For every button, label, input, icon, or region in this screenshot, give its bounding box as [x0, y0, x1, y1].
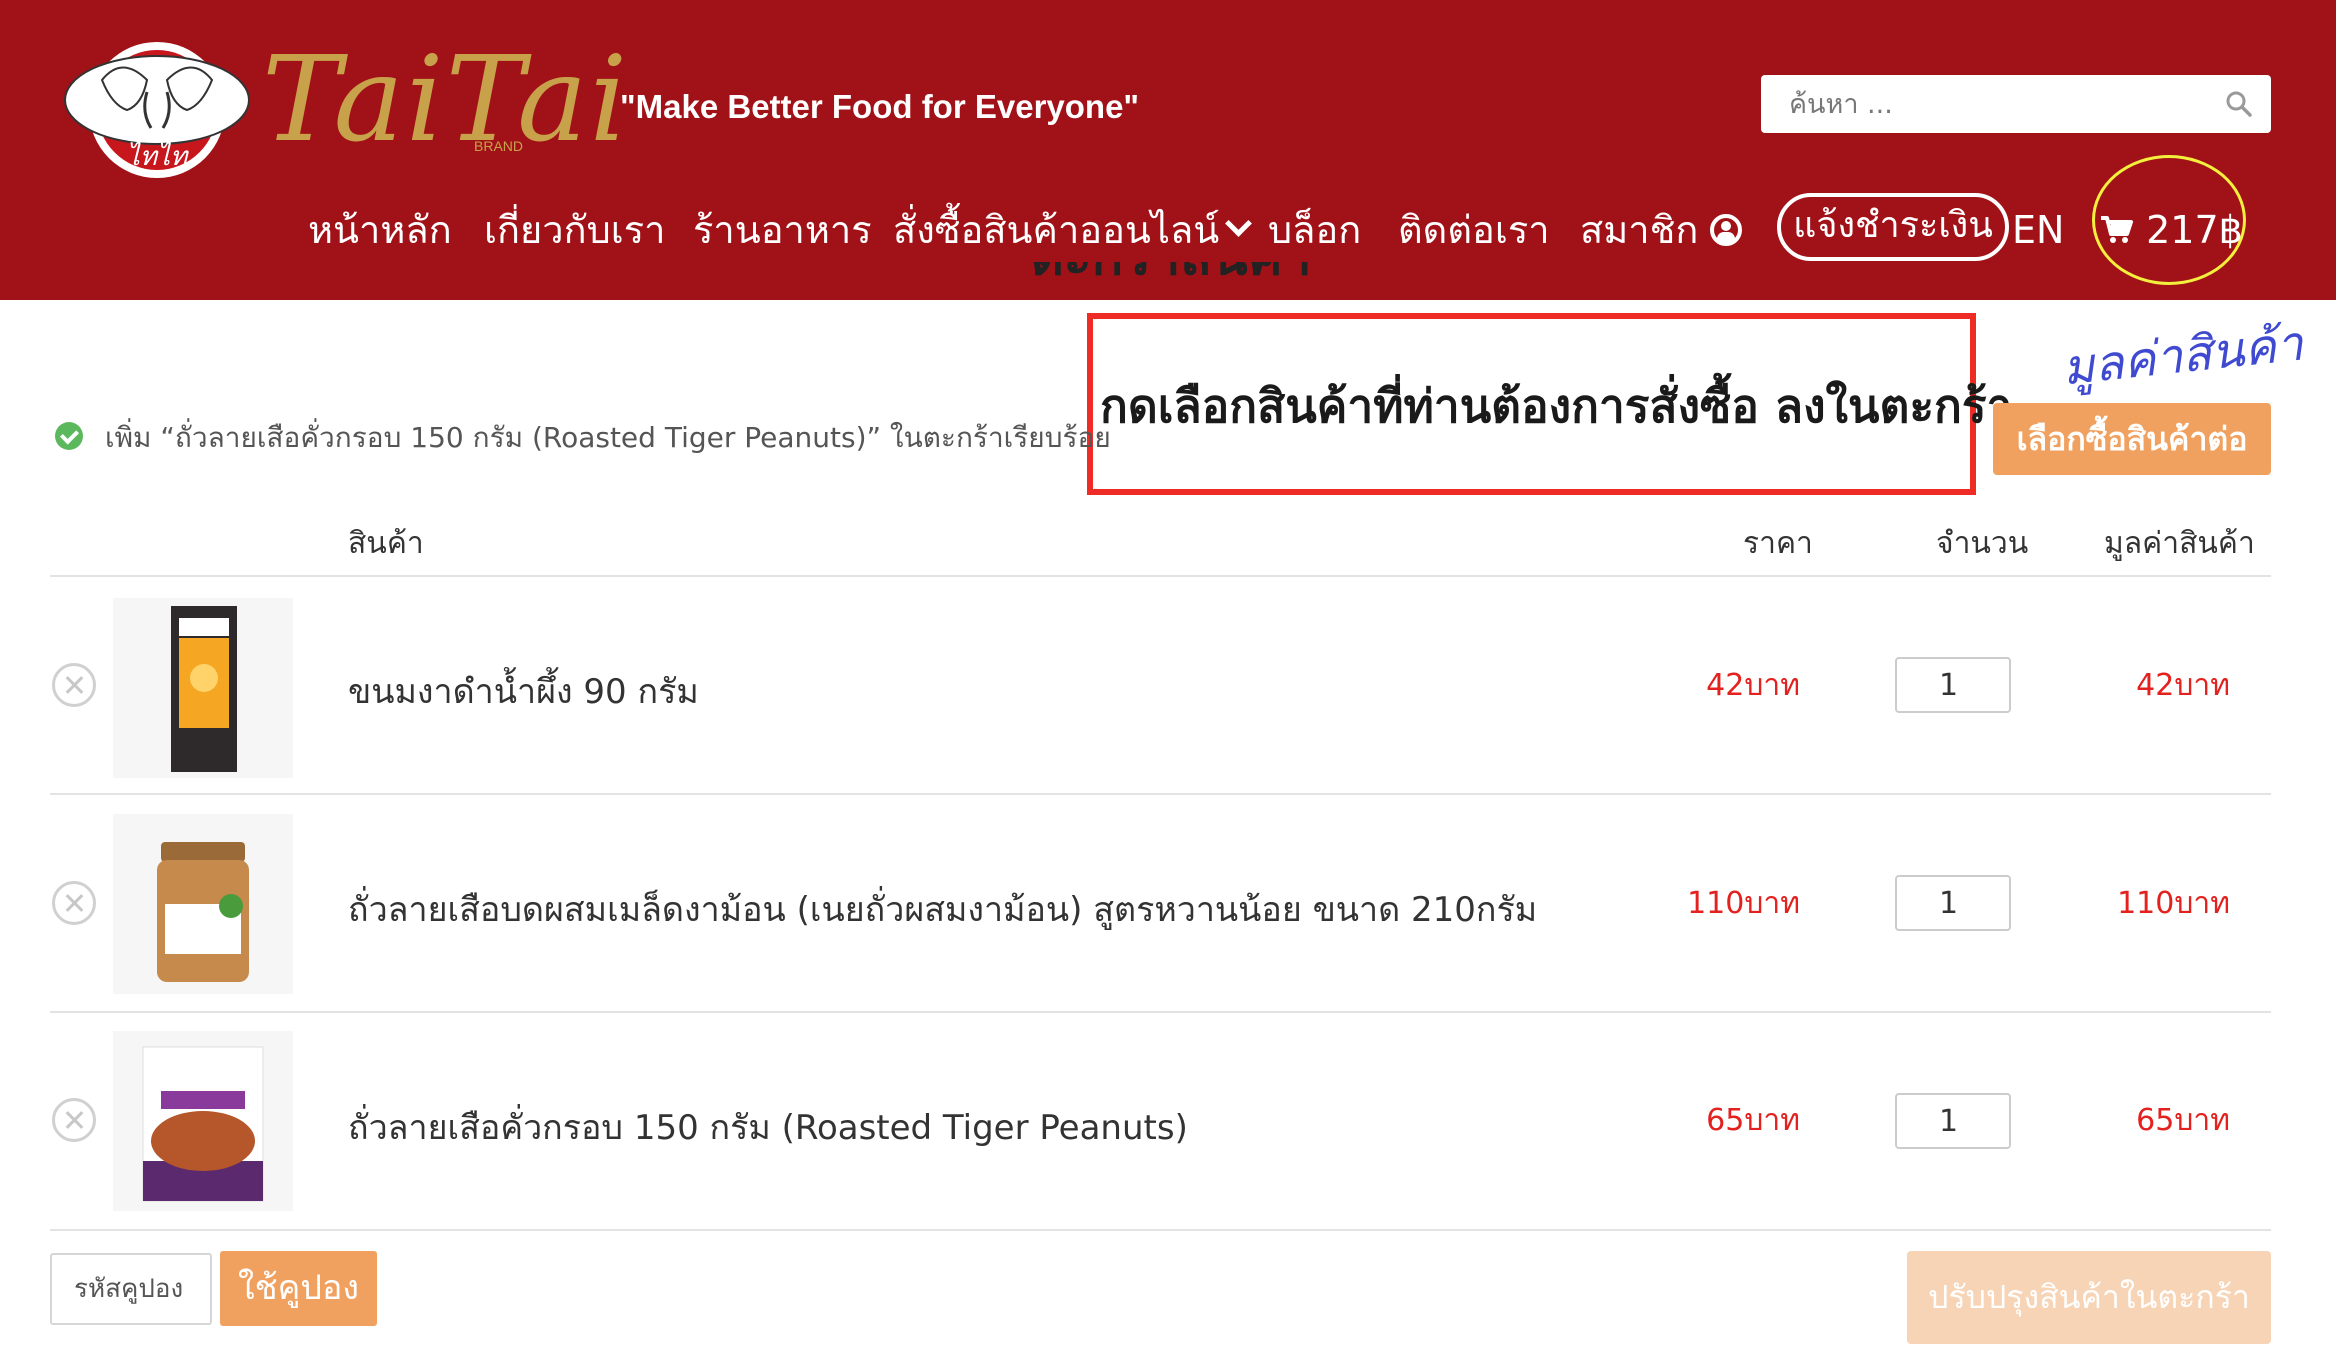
- nav-blog-label: บล็อก: [1268, 208, 1362, 252]
- quantity-input[interactable]: [1895, 657, 2011, 713]
- site-header: ไทไท TaiTai BRAND "Make Better Food for …: [0, 0, 2336, 300]
- nav-contact[interactable]: ติดต่อเรา: [1398, 200, 1550, 264]
- col-header-qty: จำนวน: [1936, 526, 2029, 561]
- continue-shopping-button[interactable]: เลือกซื้อสินค้าต่อ: [1993, 403, 2271, 475]
- nav-about[interactable]: เกี่ยวกับเรา: [484, 200, 665, 264]
- nav-member-label: สมาชิก: [1580, 208, 1699, 252]
- handwritten-annotation: มูลค่าสินค้า: [2059, 315, 2306, 397]
- nav-contact-label: ติดต่อเรา: [1398, 208, 1550, 252]
- check-circle-icon: [55, 422, 83, 450]
- quantity-input[interactable]: [1895, 875, 2011, 931]
- product-thumbnail[interactable]: [113, 598, 293, 778]
- search-icon[interactable]: [2225, 90, 2253, 118]
- apply-coupon-button[interactable]: ใช้คูปอง: [220, 1251, 377, 1326]
- coupon-code-input[interactable]: [50, 1253, 212, 1325]
- table-divider: [50, 1229, 2271, 1231]
- product-subtotal: 110บาท: [2117, 886, 2230, 921]
- product-name[interactable]: ขนมงาดำน้ำผึ้ง 90 กรัม: [348, 664, 699, 718]
- product-subtotal: 42บาท: [2136, 668, 2230, 703]
- col-header-product: สินค้า: [348, 526, 424, 561]
- nav-about-label: เกี่ยวกับเรา: [484, 208, 666, 252]
- nav-member[interactable]: สมาชิก: [1580, 200, 1743, 264]
- nav-shop-online[interactable]: สั่งซื้อสินค้าออนไลน์: [893, 200, 1253, 264]
- user-circle-icon: [1710, 214, 1743, 246]
- remove-item-icon[interactable]: [52, 1098, 96, 1142]
- nav-home[interactable]: หน้าหลัก: [308, 200, 452, 264]
- nav-home-label: หน้าหลัก: [308, 208, 452, 252]
- search-box: [1761, 75, 2271, 133]
- product-name[interactable]: ถั่วลายเสือคั่วกรอบ 150 กรัม (Roasted Ti…: [348, 1100, 1188, 1154]
- col-header-subtotal: มูลค่าสินค้า: [2104, 526, 2255, 561]
- search-input[interactable]: [1761, 75, 2229, 133]
- product-price: 110บาท: [1687, 886, 1800, 921]
- nav-restaurant[interactable]: ร้านอาหาร: [693, 200, 872, 264]
- remove-item-icon[interactable]: [52, 663, 96, 707]
- quantity-input[interactable]: [1895, 1093, 2011, 1149]
- cart-icon: [2101, 215, 2133, 243]
- chevron-down-icon: [1225, 210, 1253, 237]
- nav-blog[interactable]: บล็อก: [1268, 200, 1361, 264]
- table-divider: [50, 793, 2271, 795]
- elephant-logo-icon[interactable]: ไทไท: [62, 30, 252, 180]
- table-divider: [50, 575, 2271, 577]
- col-header-price: ราคา: [1743, 526, 1813, 561]
- update-cart-button[interactable]: ปรับปรุงสินค้าในตะกร้า: [1907, 1251, 2271, 1344]
- payment-notify-button[interactable]: แจ้งชำระเงิน: [1777, 193, 2009, 261]
- remove-item-icon[interactable]: [52, 881, 96, 925]
- table-divider: [50, 1011, 2271, 1013]
- annotation-text: กดเลือกสินค้าที่ท่านต้องการสั่งซื้อ ลงใน…: [1100, 379, 2013, 433]
- site-slogan: "Make Better Food for Everyone": [620, 88, 1140, 125]
- logo-brand-label: BRAND: [474, 138, 524, 154]
- nav-restaurant-label: ร้านอาหาร: [693, 208, 872, 252]
- cart-notice-text: เพิ่ม “ถั่วลายเสือคั่วกรอบ 150 กรัม (Roa…: [105, 421, 1111, 454]
- page-title: ตะกร้าสินค้า: [1030, 262, 1312, 300]
- product-price: 65บาท: [1706, 1103, 1800, 1138]
- cart-total: 217฿: [2146, 208, 2243, 252]
- cart-notice: เพิ่ม “ถั่วลายเสือคั่วกรอบ 150 กรัม (Roa…: [55, 418, 1111, 458]
- language-switch[interactable]: EN: [2012, 200, 2064, 264]
- product-thumbnail[interactable]: [113, 1031, 293, 1211]
- logo-wordmark[interactable]: TaiTai: [262, 40, 629, 158]
- cart-link[interactable]: 217฿: [2100, 200, 2243, 264]
- product-subtotal: 65บาท: [2136, 1103, 2230, 1138]
- nav-shop-online-label: สั่งซื้อสินค้าออนไลน์: [893, 208, 1220, 252]
- product-thumbnail[interactable]: [113, 814, 293, 994]
- product-price: 42บาท: [1706, 668, 1800, 703]
- product-name[interactable]: ถั่วลายเสือบดผสมเมล็ดงาม้อน (เนยถั่วผสมง…: [348, 882, 1537, 936]
- logo-badge-text: ไทไท: [127, 141, 189, 172]
